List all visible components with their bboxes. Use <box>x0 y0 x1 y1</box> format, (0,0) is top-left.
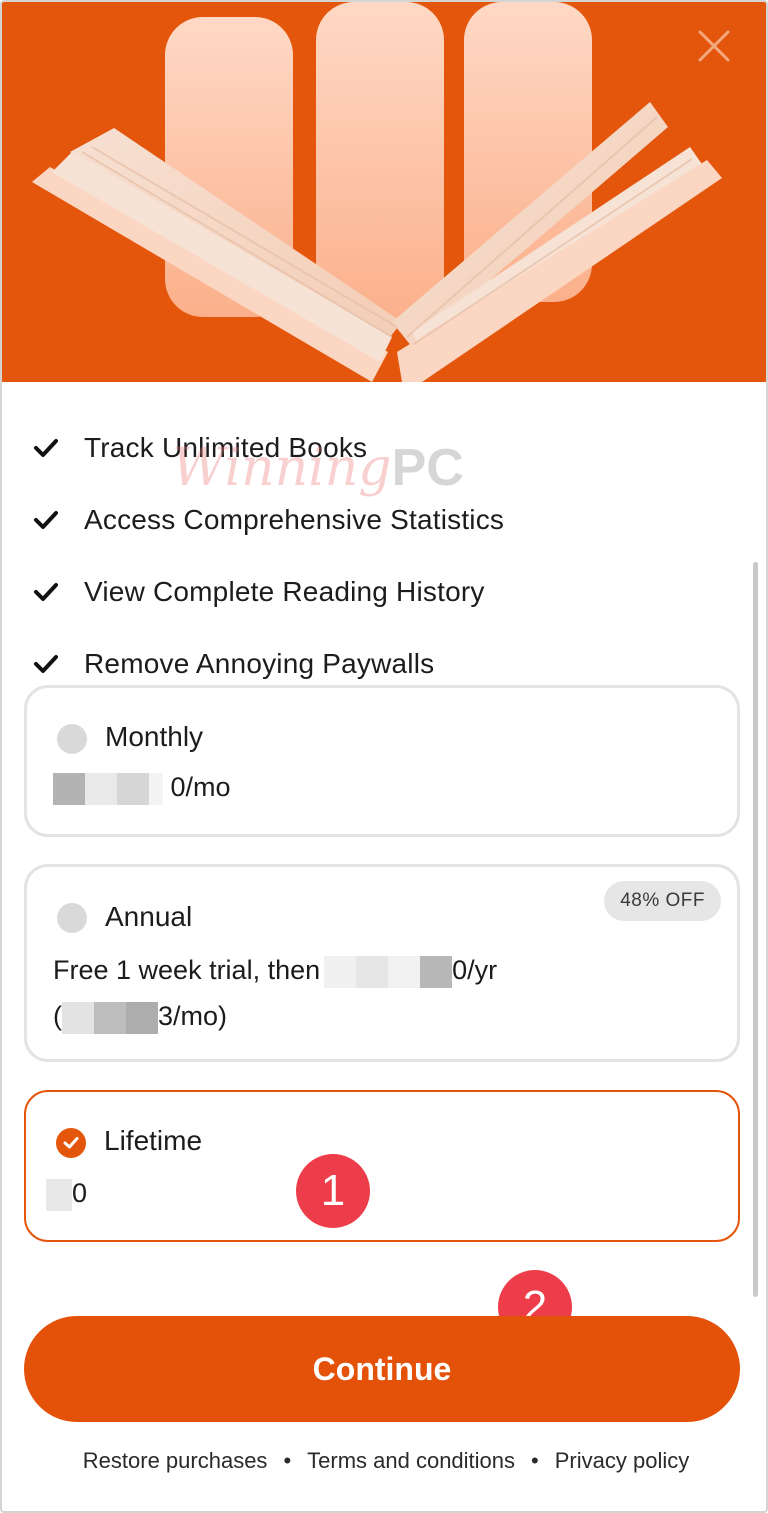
price-prefix: Free 1 week trial, then <box>53 955 321 985</box>
radio-unchecked-icon[interactable] <box>57 724 87 754</box>
privacy-link[interactable]: Privacy policy <box>555 1448 689 1474</box>
redacted-price <box>388 955 421 988</box>
paywall-screen: Track Unlimited Books Access Comprehensi… <box>0 0 768 1513</box>
subprice-prefix: ( <box>53 1001 62 1031</box>
redacted-price <box>356 955 389 988</box>
continue-button[interactable]: Continue <box>24 1316 740 1422</box>
plan-lifetime[interactable]: Lifetime 0 <box>24 1090 740 1242</box>
price-suffix: 0 <box>72 1178 88 1208</box>
step-badge-1: 1 <box>296 1154 370 1228</box>
plan-price: 0 <box>46 1178 87 1211</box>
feature-list: Track Unlimited Books Access Comprehensi… <box>32 412 732 700</box>
redacted-price <box>85 772 117 805</box>
subprice-suffix: 3/mo) <box>158 1001 228 1031</box>
footer-links: Restore purchases • Terms and conditions… <box>2 1448 766 1474</box>
hero-banner <box>2 2 766 382</box>
price-suffix: 0/mo <box>170 772 231 802</box>
redacted-price <box>53 772 85 805</box>
plan-subprice: (3/mo) <box>53 1001 227 1034</box>
feature-item: Track Unlimited Books <box>32 412 732 484</box>
feature-label: Access Comprehensive Statistics <box>84 504 505 535</box>
open-book-illustration <box>32 2 722 382</box>
redacted-price <box>94 1001 126 1034</box>
redacted-price <box>324 955 357 988</box>
plan-name: Monthly <box>105 721 204 752</box>
check-circle-icon <box>63 1137 79 1149</box>
plan-annual[interactable]: 48% OFF Annual Free 1 week trial, then 0/… <box>24 864 740 1062</box>
plan-price: Free 1 week trial, then 0/yr <box>53 955 497 988</box>
terms-link[interactable]: Terms and conditions <box>307 1448 515 1474</box>
plan-price: 0/mo <box>53 772 231 805</box>
restore-purchases-link[interactable]: Restore purchases <box>83 1448 268 1474</box>
close-icon <box>698 30 730 62</box>
price-suffix: 0/yr <box>452 955 498 985</box>
close-button[interactable] <box>696 28 732 64</box>
plan-monthly[interactable]: Monthly 0/mo <box>24 685 740 837</box>
feature-label: Remove Annoying Paywalls <box>84 648 435 679</box>
discount-badge: 48% OFF <box>604 881 721 921</box>
feature-item: View Complete Reading History <box>32 556 732 628</box>
checkmark-icon <box>34 655 58 673</box>
redacted-price <box>117 772 149 805</box>
scrollbar[interactable] <box>753 562 758 1297</box>
feature-item: Access Comprehensive Statistics <box>32 484 732 556</box>
separator-dot: • <box>531 1448 539 1473</box>
radio-checked[interactable] <box>56 1128 86 1158</box>
radio-unchecked-icon[interactable] <box>57 903 87 933</box>
redacted-price <box>62 1001 94 1034</box>
feature-label: View Complete Reading History <box>84 576 485 607</box>
checkmark-icon <box>34 511 58 529</box>
separator-dot: • <box>283 1448 292 1473</box>
redacted-price <box>46 1178 72 1211</box>
checkmark-icon <box>34 439 58 457</box>
redacted-price <box>420 955 453 988</box>
redacted-price <box>149 772 163 805</box>
checkmark-icon <box>34 583 58 601</box>
redacted-price <box>126 1001 158 1034</box>
feature-label: Track Unlimited Books <box>84 432 368 463</box>
plan-name: Lifetime <box>104 1125 203 1156</box>
plan-name: Annual <box>105 901 193 932</box>
